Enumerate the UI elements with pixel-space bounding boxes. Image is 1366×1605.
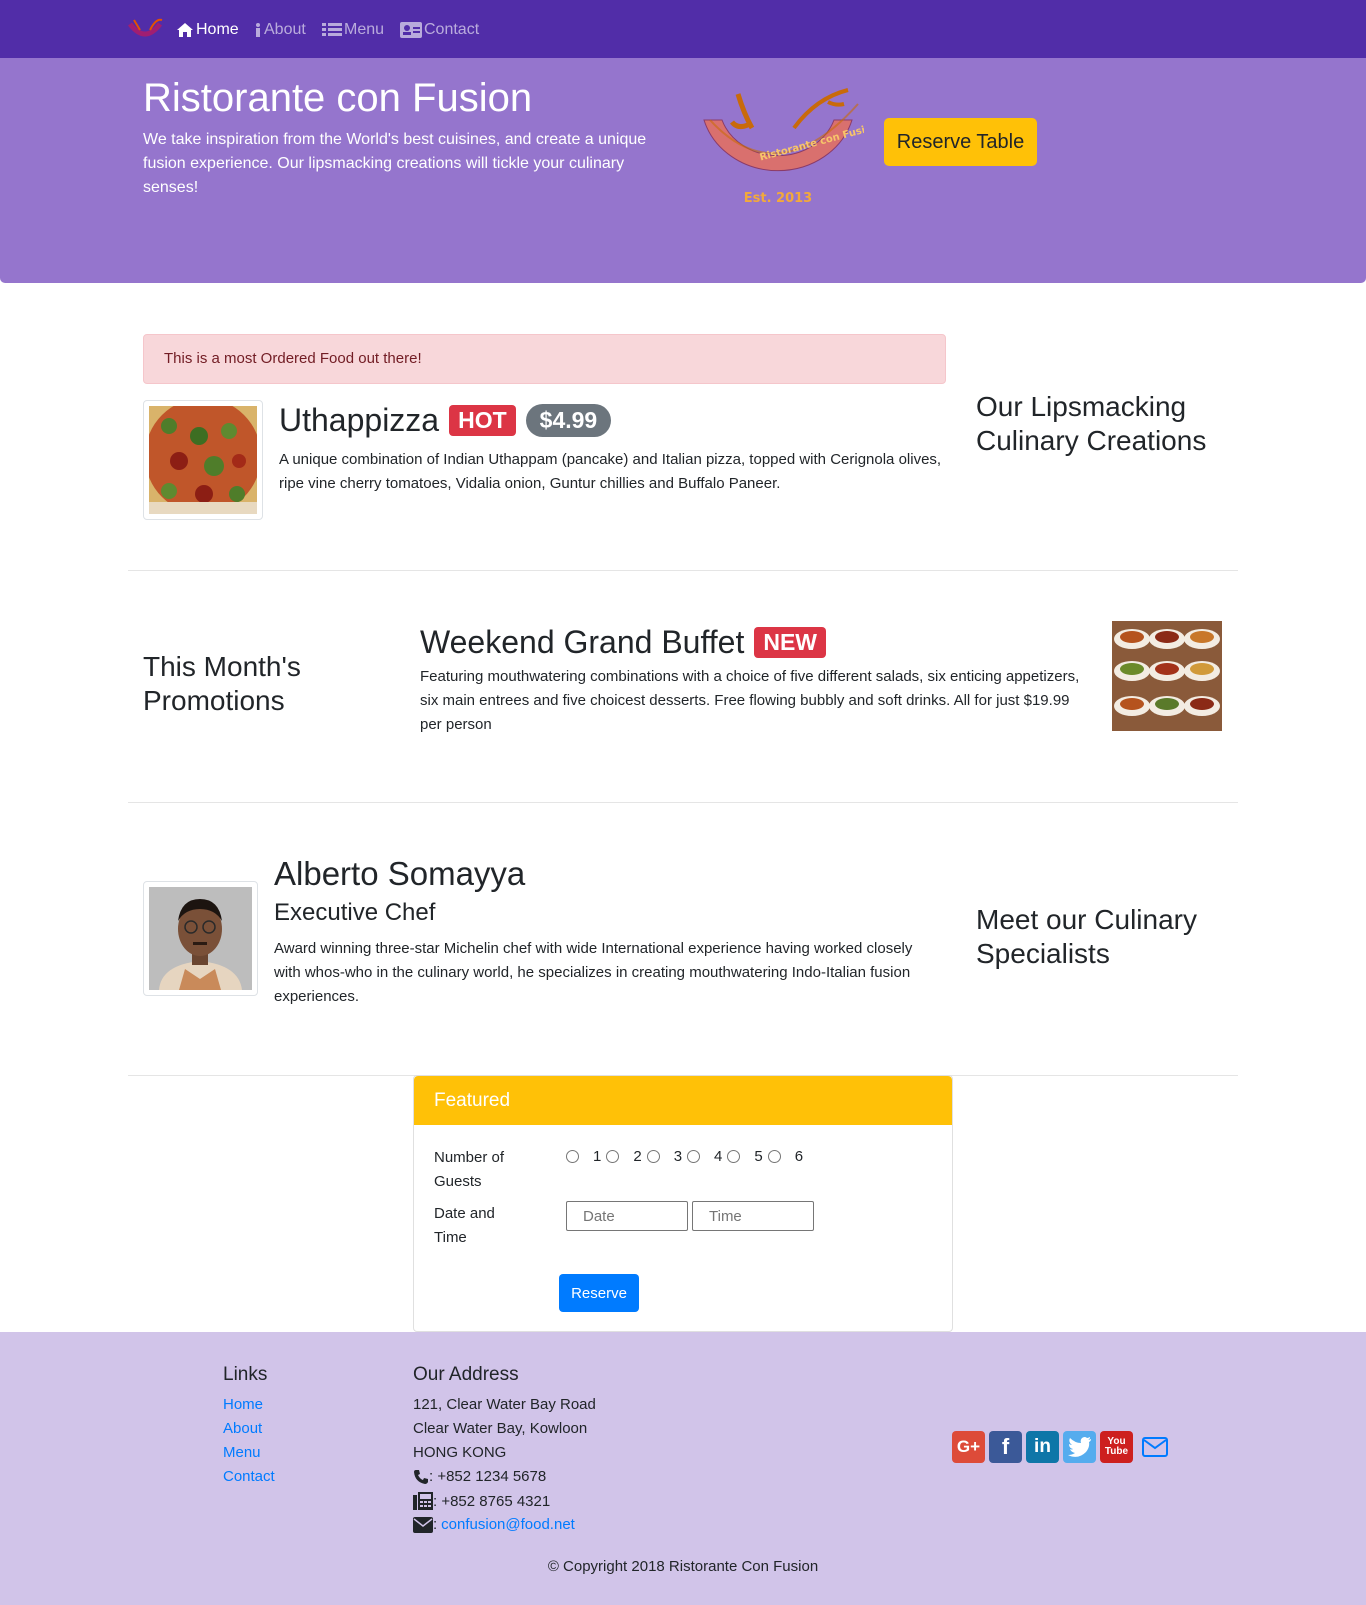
footer-link-contact[interactable]: Contact xyxy=(223,1468,275,1485)
divider xyxy=(128,802,1238,803)
datetime-label: Date and Time xyxy=(434,1205,495,1246)
promotion-description: Featuring mouthwatering combinations wit… xyxy=(420,668,1080,733)
links-heading: Links xyxy=(223,1364,268,1385)
guests-radio-3[interactable] xyxy=(646,1150,660,1163)
address-line: 121, Clear Water Bay Road xyxy=(413,1396,596,1413)
promotion-name: Weekend Grand Buffet xyxy=(420,624,745,660)
facebook-icon[interactable]: f xyxy=(989,1431,1022,1463)
address-line: Clear Water Bay, Kowloon xyxy=(413,1420,588,1437)
time-input[interactable] xyxy=(692,1201,814,1231)
fax-line: : +852 8765 4321 xyxy=(413,1492,550,1510)
nav-contact[interactable]: Contact xyxy=(400,18,479,42)
buffet-image xyxy=(1112,621,1222,731)
leader-thumbnail xyxy=(143,881,258,996)
address-line: HONG KONG xyxy=(413,1444,507,1461)
divider xyxy=(128,570,1238,571)
guests-radio-2[interactable] xyxy=(606,1150,620,1163)
home-icon xyxy=(177,23,193,37)
leader-description: Award winning three-star Michelin chef w… xyxy=(274,940,913,1005)
alert-banner: This is a most Ordered Food out there! xyxy=(143,334,946,384)
fax-icon xyxy=(413,1492,433,1510)
info-icon xyxy=(256,23,260,37)
logo-est-text: Est. 2013 xyxy=(744,191,812,206)
reserve-submit-button[interactable]: Reserve xyxy=(559,1274,639,1312)
phone-icon xyxy=(414,1469,428,1484)
promotion-section-title: This Month's Promotions xyxy=(143,651,301,716)
list-icon xyxy=(322,23,342,36)
jumbotron-text: We take inspiration from the World's bes… xyxy=(143,131,647,196)
navbar: Home About Menu Contact xyxy=(0,0,1366,58)
new-badge: NEW xyxy=(754,626,827,658)
fax-number: : +852 8765 4321 xyxy=(433,1492,551,1510)
dish-thumbnail xyxy=(143,398,263,520)
guests-option-label: 6 xyxy=(794,1148,804,1165)
guests-option-label: 2 xyxy=(633,1148,642,1165)
guests-radio-5[interactable] xyxy=(727,1150,741,1163)
address-card-icon xyxy=(400,22,422,38)
footer-link-menu[interactable]: Menu xyxy=(223,1444,261,1461)
copyright: © Copyright 2018 Ristorante Con Fusion xyxy=(547,1558,819,1575)
nav-menu[interactable]: Menu xyxy=(322,18,384,42)
guests-radio-group: 1 2 3 4 5 6 xyxy=(566,1148,808,1165)
guests-option-label: 1 xyxy=(593,1148,602,1165)
nav-contact-label: Contact xyxy=(424,21,480,38)
phone-number: : +852 1234 5678 xyxy=(429,1468,547,1485)
footer-link-home[interactable]: Home xyxy=(223,1396,263,1413)
chef-photo xyxy=(149,887,252,990)
card-header: Featured xyxy=(414,1076,952,1125)
email-link[interactable]: confusion@food.net xyxy=(441,1516,575,1533)
date-input[interactable] xyxy=(566,1201,688,1231)
footer: Links Home About Menu Contact Our Addres… xyxy=(0,1332,1366,1605)
reservation-card: Featured Number of Guests 1 2 3 4 5 6 Da… xyxy=(413,1075,953,1332)
email-line: : confusion@food.net xyxy=(413,1516,575,1533)
leader-name: Alberto Somayya xyxy=(274,855,526,892)
price-badge: $4.99 xyxy=(525,403,612,437)
dish-name: Uthappizza xyxy=(279,402,440,438)
linkedin-icon[interactable]: in xyxy=(1026,1431,1059,1463)
mail-icon[interactable] xyxy=(1142,1436,1168,1463)
guests-label: Number of Guests xyxy=(434,1149,505,1190)
google-plus-icon[interactable]: G+ xyxy=(952,1431,985,1463)
guests-radio-1[interactable] xyxy=(566,1150,579,1163)
nav-menu-label: Menu xyxy=(344,21,385,38)
guests-radio-6[interactable] xyxy=(767,1150,781,1163)
footer-link-about[interactable]: About xyxy=(223,1420,262,1437)
reserve-table-button[interactable]: Reserve Table xyxy=(884,118,1037,166)
brand-logo[interactable] xyxy=(126,14,164,46)
nav-about-label: About xyxy=(264,21,306,38)
guests-option-label: 3 xyxy=(673,1148,683,1165)
email-prefix: : xyxy=(433,1516,438,1533)
leader-designation: Executive Chef xyxy=(274,899,436,926)
promotion-title-row: Weekend Grand Buffet NEW xyxy=(420,623,827,661)
nav-about[interactable]: About xyxy=(254,18,306,42)
guests-radio-4[interactable] xyxy=(687,1150,701,1163)
envelope-icon xyxy=(413,1516,433,1533)
dish-description: A unique combination of Indian Uthappam … xyxy=(279,451,942,492)
nav-home-label: Home xyxy=(196,21,239,38)
jumbotron-title: Ristorante con Fusion xyxy=(143,76,533,120)
guests-option-label: 4 xyxy=(714,1148,723,1165)
address-heading: Our Address xyxy=(413,1364,519,1385)
youtube-icon[interactable]: You Tube xyxy=(1100,1431,1133,1463)
hot-badge: HOT xyxy=(449,404,516,436)
phone-line: : +852 1234 5678 xyxy=(413,1468,546,1485)
pizza-image xyxy=(145,398,261,514)
leaders-section-title: Meet our Culinary Specialists xyxy=(976,904,1197,969)
twitter-icon[interactable] xyxy=(1063,1431,1096,1463)
guests-option-label: 5 xyxy=(754,1148,763,1165)
jumbotron: Ristorante con Fusion We take inspiratio… xyxy=(0,58,1366,283)
dish-title-row: Uthappizza HOT $4.99 xyxy=(279,401,612,439)
nav-home[interactable]: Home xyxy=(176,18,239,42)
dish-section-title: Our Lipsmacking Culinary Creations xyxy=(976,391,1207,456)
restaurant-logo: Est. 2013 Ristorante con Fusion xyxy=(703,88,864,206)
